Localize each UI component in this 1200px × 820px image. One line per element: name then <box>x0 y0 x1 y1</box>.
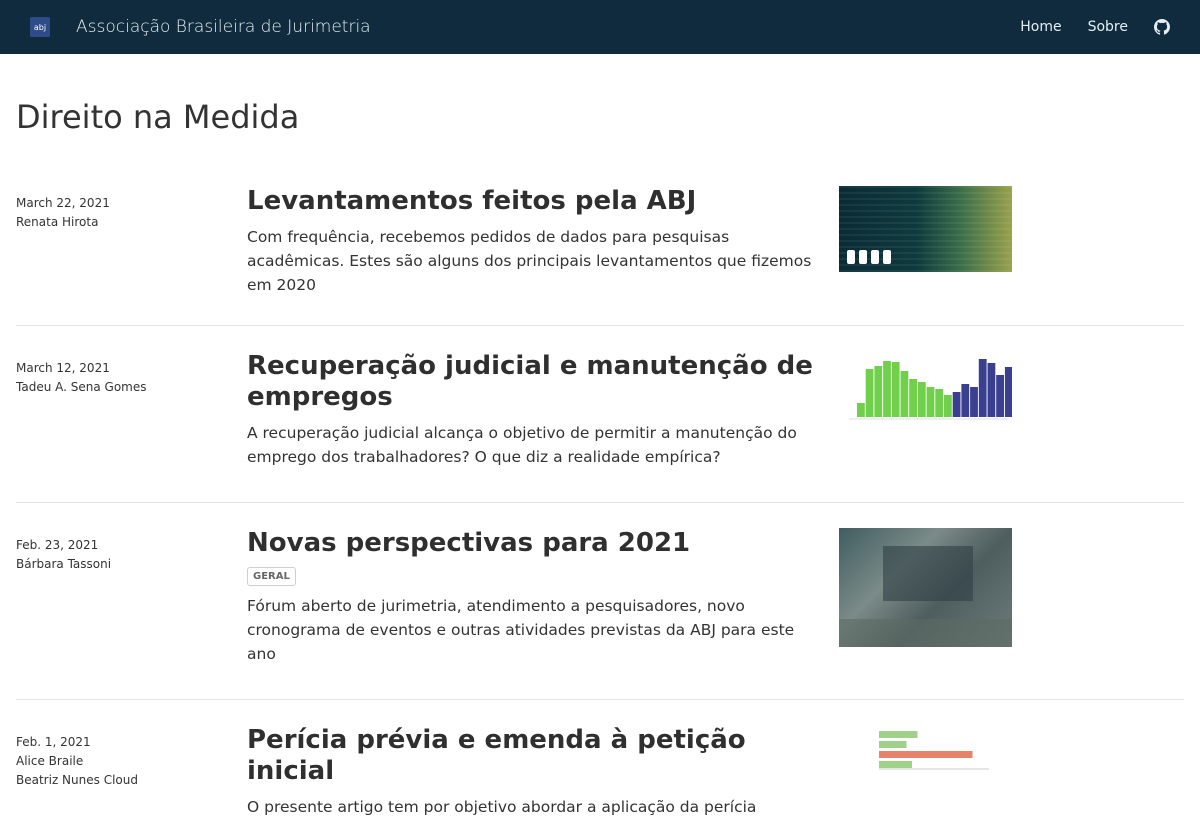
post-card[interactable]: March 12, 2021 Tadeu A. Sena Gomes Recup… <box>16 326 1184 503</box>
chart-bar <box>987 363 996 417</box>
post-meta: Feb. 1, 2021 Alice Braile Beatriz Nunes … <box>16 725 247 820</box>
post-body: Levantamentos feitos pela ABJ Com frequê… <box>247 186 823 325</box>
chart-bar <box>1004 367 1013 417</box>
chart-bar <box>996 375 1004 417</box>
chart-bar <box>865 369 874 417</box>
chart-bar <box>879 751 973 758</box>
chart-bar <box>900 371 909 417</box>
post-author: Renata Hirota <box>16 215 99 229</box>
bar-chart-thumbnail[interactable] <box>839 351 1013 431</box>
post-excerpt: Com frequência, recebemos pedidos de dad… <box>247 228 812 294</box>
chart-bar <box>944 395 952 417</box>
post-title[interactable]: Novas perspectivas para 2021 <box>247 528 823 559</box>
post-body: Perícia prévia e emenda à petição inicia… <box>247 725 823 820</box>
post-title[interactable]: Recuperação judicial e manutenção de emp… <box>247 351 823 413</box>
main-nav: Home Sobre <box>1020 19 1170 35</box>
github-icon[interactable] <box>1154 19 1170 35</box>
post-meta: March 12, 2021 Tadeu A. Sena Gomes <box>16 351 247 502</box>
post-meta: March 22, 2021 Renata Hirota <box>16 186 247 325</box>
figure-shape <box>871 250 879 264</box>
chart-bar <box>978 359 987 417</box>
chart-bar <box>874 366 883 417</box>
post-title[interactable]: Levantamentos feitos pela ABJ <box>247 186 823 217</box>
chart-bar <box>909 379 917 417</box>
chart-bar <box>883 361 891 417</box>
figure-shape <box>859 250 867 264</box>
brand[interactable]: abj Associação Brasileira de Jurimetria <box>30 17 371 37</box>
monitor-shape <box>883 546 973 601</box>
post-meta: Feb. 23, 2021 Bárbara Tassoni <box>16 528 247 699</box>
post-body: Novas perspectivas para 2021 GERAL Fórum… <box>247 528 823 699</box>
post-thumbnail[interactable] <box>839 528 1012 699</box>
post-thumbnail[interactable] <box>839 186 1012 325</box>
main-content: Direito na Medida March 22, 2021 Renata … <box>0 98 1200 820</box>
chart-bar <box>926 387 935 417</box>
chart-bar <box>952 392 961 417</box>
post-author: Bárbara Tassoni <box>16 557 112 571</box>
post-date: Feb. 1, 2021 <box>16 735 91 749</box>
post-excerpt: A recuperação judicial alcança o objetiv… <box>247 424 797 466</box>
thumbnail-image[interactable] <box>839 528 1012 647</box>
thumbnail-figures <box>847 250 891 264</box>
post-body: Recuperação judicial e manutenção de emp… <box>247 351 823 502</box>
post-author: Tadeu A. Sena Gomes <box>16 380 147 394</box>
thumbnail-image[interactable] <box>839 186 1012 272</box>
post-title[interactable]: Perícia prévia e emenda à petição inicia… <box>247 725 823 787</box>
chart-bar <box>879 731 918 738</box>
desk-shape <box>839 619 1012 647</box>
page-title: Direito na Medida <box>16 98 300 136</box>
figure-shape <box>847 250 855 264</box>
post-card[interactable]: March 22, 2021 Renata Hirota Levantament… <box>16 180 1184 326</box>
chart-bar <box>961 384 970 417</box>
chart-bar <box>879 741 907 748</box>
post-excerpt: Fórum aberto de jurimetria, atendimento … <box>247 597 795 663</box>
chart-bar <box>879 761 912 768</box>
post-author: Alice Braile <box>16 754 84 768</box>
post-thumbnail[interactable] <box>839 725 1012 820</box>
site-title[interactable]: Associação Brasileira de Jurimetria <box>76 17 371 37</box>
chart-bar <box>891 362 900 417</box>
category-tag[interactable]: GERAL <box>247 567 296 586</box>
chart-bar <box>935 389 944 417</box>
figure-shape <box>883 250 891 264</box>
chart-bar <box>917 382 926 417</box>
post-thumbnail[interactable] <box>839 351 1013 502</box>
post-excerpt: O presente artigo tem por objetivo abord… <box>247 798 757 816</box>
horizontal-bar-thumbnail[interactable] <box>839 725 1012 781</box>
nav-home-link[interactable]: Home <box>1020 19 1061 35</box>
post-author: Beatriz Nunes Cloud <box>16 773 138 787</box>
post-date: Feb. 23, 2021 <box>16 538 99 552</box>
post-card[interactable]: Feb. 1, 2021 Alice Braile Beatriz Nunes … <box>16 700 1184 820</box>
top-navbar: abj Associação Brasileira de Jurimetria … <box>0 0 1200 54</box>
abj-logo[interactable]: abj <box>30 17 50 37</box>
chart-bar <box>970 387 978 417</box>
nav-about-link[interactable]: Sobre <box>1088 19 1128 35</box>
post-card[interactable]: Feb. 23, 2021 Bárbara Tassoni Novas pers… <box>16 503 1184 700</box>
post-date: March 22, 2021 <box>16 196 110 210</box>
post-date: March 12, 2021 <box>16 361 110 375</box>
chart-bar <box>857 403 865 417</box>
